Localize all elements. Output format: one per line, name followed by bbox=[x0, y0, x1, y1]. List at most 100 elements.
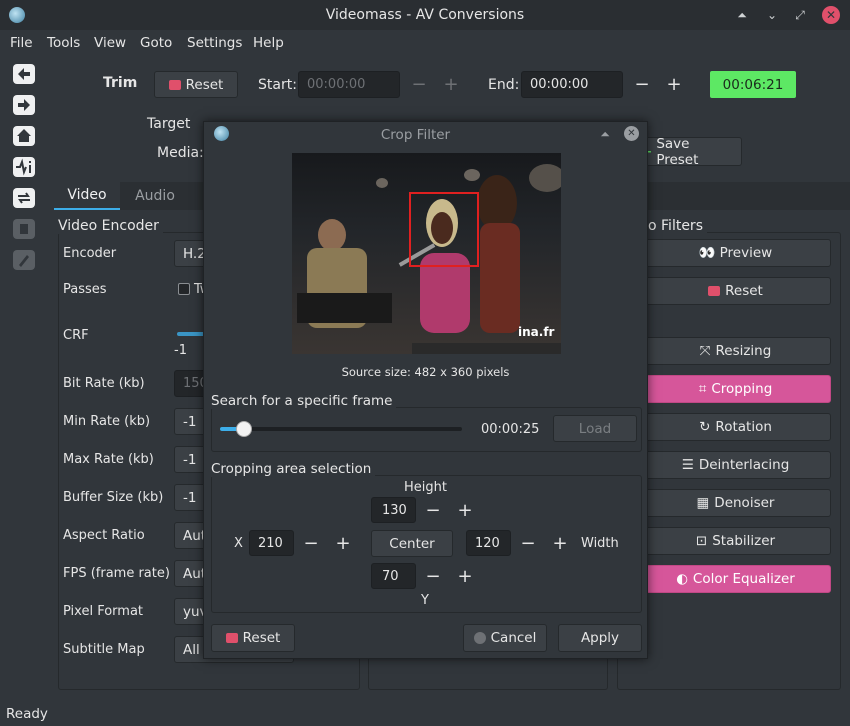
deinterlace-icon: ☰ bbox=[681, 457, 694, 473]
stop-icon[interactable] bbox=[11, 217, 37, 241]
encoder-label: Encoder bbox=[63, 246, 117, 261]
maxrate-value: -1 bbox=[183, 451, 197, 468]
x-minus-button[interactable]: − bbox=[295, 531, 327, 555]
x-plus-button[interactable]: + bbox=[327, 531, 359, 555]
crf-value: -1 bbox=[174, 343, 187, 358]
filter-deinterlacing-button[interactable]: ☰ Deinterlacing bbox=[640, 451, 831, 479]
filter-cropping-label: Cropping bbox=[711, 381, 773, 397]
filter-resizing-label: Resizing bbox=[715, 343, 772, 359]
load-button[interactable]: Load bbox=[553, 415, 637, 442]
center-label: Center bbox=[389, 535, 435, 552]
resize-icon: ⤧ bbox=[699, 343, 711, 359]
cancel-button[interactable]: Cancel bbox=[463, 624, 547, 652]
reset-icon bbox=[708, 286, 721, 296]
target-label: Target bbox=[147, 116, 191, 132]
cancel-icon bbox=[473, 632, 486, 644]
submap-value: All bbox=[183, 641, 200, 658]
save-preset-button[interactable]: +Save Preset bbox=[640, 135, 742, 168]
menu-help[interactable]: Help bbox=[253, 35, 284, 51]
eyes-icon: 👀 bbox=[698, 245, 716, 261]
width-label: Width bbox=[581, 536, 619, 551]
tab-video-label: Video bbox=[67, 187, 107, 203]
menu-goto[interactable]: Goto bbox=[140, 35, 172, 51]
passes-label: Passes bbox=[63, 282, 107, 297]
apply-label: Apply bbox=[580, 630, 620, 646]
crop-selection-rect[interactable] bbox=[409, 192, 479, 267]
dialog-close-icon[interactable]: ✕ bbox=[624, 126, 639, 141]
filters-title: o Filters bbox=[648, 218, 707, 234]
start-minus-button[interactable]: − bbox=[403, 72, 435, 96]
home-icon[interactable] bbox=[11, 124, 37, 148]
filter-stabilizer-button[interactable]: ⊡ Stabilizer bbox=[640, 527, 831, 555]
filter-color-equalizer-label: Color Equalizer bbox=[692, 571, 795, 587]
minimize-icon[interactable]: ⌄ bbox=[763, 6, 781, 24]
filter-rotation-button[interactable]: ↻ Rotation bbox=[640, 413, 831, 441]
video-frame-preview: ina.fr bbox=[292, 153, 561, 354]
dialog-keep-above-icon[interactable]: ⏶ bbox=[596, 125, 614, 143]
menu-view[interactable]: View bbox=[94, 35, 126, 51]
menu-settings[interactable]: Settings bbox=[187, 35, 242, 51]
height-plus-button[interactable]: + bbox=[449, 498, 481, 522]
end-label: End: bbox=[488, 77, 520, 93]
filter-reset-label: Reset bbox=[725, 283, 763, 299]
filter-color-equalizer-button[interactable]: ◐ Color Equalizer bbox=[640, 565, 831, 593]
end-time-field[interactable]: 00:00:00 bbox=[521, 71, 623, 98]
y-minus-button[interactable]: − bbox=[417, 564, 449, 588]
convert-icon[interactable] bbox=[11, 186, 37, 210]
back-arrow-icon[interactable] bbox=[11, 62, 37, 86]
save-preset-label: Save Preset bbox=[656, 135, 699, 168]
close-icon[interactable]: ✕ bbox=[822, 6, 840, 24]
menu-file[interactable]: File bbox=[10, 35, 33, 51]
menu-tools[interactable]: Tools bbox=[47, 35, 80, 51]
height-field[interactable]: 130 bbox=[371, 497, 416, 523]
cancel-label: Cancel bbox=[490, 630, 537, 646]
start-plus-button[interactable]: + bbox=[435, 72, 467, 96]
end-minus-button[interactable]: − bbox=[626, 72, 658, 96]
x-field[interactable]: 210 bbox=[249, 530, 294, 556]
dialog-reset-button[interactable]: Reset bbox=[211, 624, 295, 652]
tab-audio-label: Audio bbox=[135, 188, 175, 204]
y-field[interactable]: 70 bbox=[371, 563, 416, 589]
apply-button[interactable]: Apply bbox=[558, 624, 642, 652]
filter-reset-button[interactable]: Reset bbox=[640, 277, 831, 305]
height-minus-button[interactable]: − bbox=[417, 498, 449, 522]
trim-reset-button[interactable]: Reset bbox=[154, 71, 238, 98]
reset-icon bbox=[225, 633, 238, 643]
passes-checkbox[interactable] bbox=[178, 283, 190, 295]
y-plus-button[interactable]: + bbox=[449, 564, 481, 588]
width-plus-button[interactable]: + bbox=[544, 531, 576, 555]
crop-icon: ⌗ bbox=[698, 381, 707, 397]
height-label: Height bbox=[404, 480, 447, 495]
start-time-field[interactable]: 00:00:00 bbox=[298, 71, 400, 98]
load-label: Load bbox=[578, 420, 612, 437]
center-button[interactable]: Center bbox=[371, 530, 453, 557]
filter-cropping-button[interactable]: ⌗ Cropping bbox=[640, 375, 831, 403]
pixfmt-label: Pixel Format bbox=[63, 604, 144, 619]
end-plus-button[interactable]: + bbox=[658, 72, 690, 96]
fps-label: FPS (frame rate) bbox=[63, 566, 170, 581]
tab-audio[interactable]: Audio bbox=[122, 182, 188, 210]
filter-preview-button[interactable]: 👀 Preview bbox=[640, 239, 831, 267]
clean-icon[interactable] bbox=[11, 248, 37, 272]
filter-rotation-label: Rotation bbox=[715, 419, 772, 435]
denoise-icon: ▦ bbox=[696, 495, 710, 511]
trim-reset-label: Reset bbox=[185, 76, 224, 93]
stabilizer-icon: ⊡ bbox=[695, 533, 708, 549]
watermark-text: ina.fr bbox=[518, 325, 555, 339]
frame-slider-handle[interactable] bbox=[236, 421, 252, 437]
media-info-icon[interactable] bbox=[11, 155, 37, 179]
forward-arrow-icon[interactable] bbox=[11, 93, 37, 117]
crf-label: CRF bbox=[63, 328, 89, 343]
filter-denoiser-button[interactable]: ▦ Denoiser bbox=[640, 489, 831, 517]
tab-video[interactable]: Video bbox=[54, 182, 120, 210]
frame-slider-track[interactable] bbox=[220, 421, 462, 437]
maximize-icon[interactable]: ⤢ bbox=[791, 6, 809, 24]
width-minus-button[interactable]: − bbox=[512, 531, 544, 555]
keep-above-icon[interactable]: ⏶ bbox=[733, 6, 751, 24]
duration-badge: 00:06:21 bbox=[710, 71, 796, 98]
filter-resizing-button[interactable]: ⤧ Resizing bbox=[640, 337, 831, 365]
maxrate-label: Max Rate (kb) bbox=[63, 452, 154, 467]
dialog-title: Crop Filter bbox=[380, 127, 451, 143]
width-field[interactable]: 120 bbox=[466, 530, 511, 556]
filter-deinterlacing-label: Deinterlacing bbox=[698, 457, 790, 473]
